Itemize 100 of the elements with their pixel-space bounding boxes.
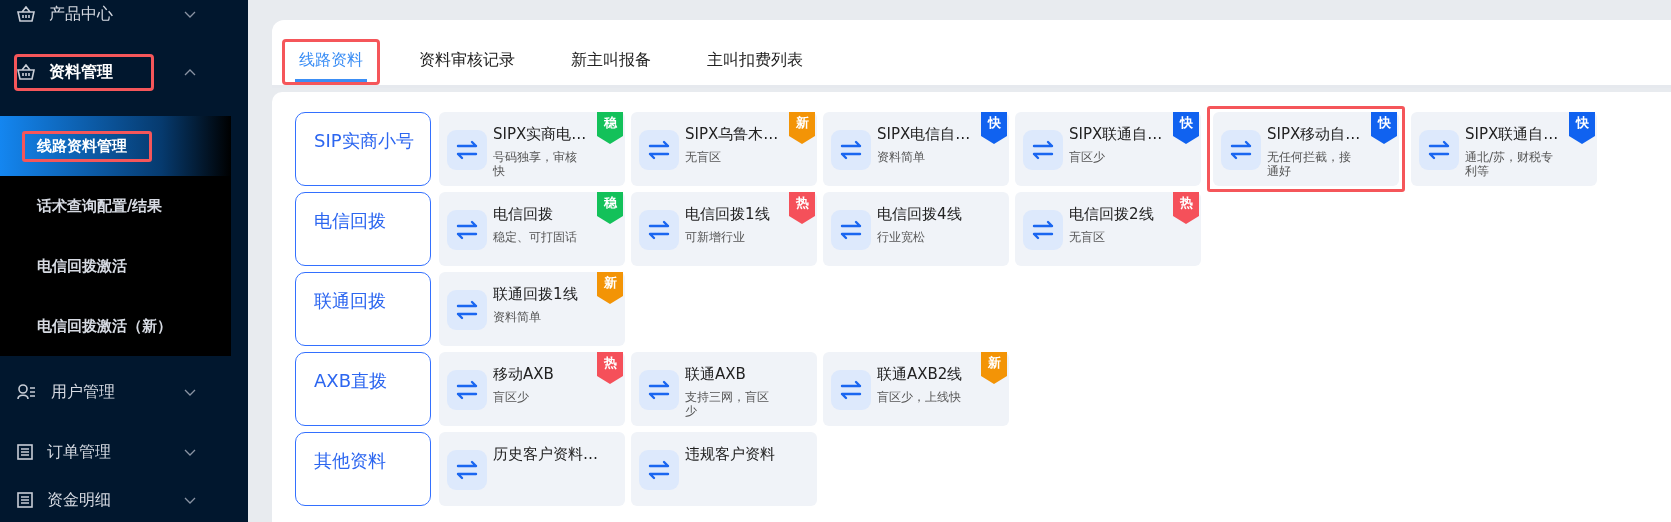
card-description: 行业宽松 [877,230,926,244]
card-title: 移动AXB [493,364,555,384]
category-label[interactable]: SIP实商小号 [295,112,431,186]
swap-arrows-icon [831,370,871,410]
line-card[interactable]: 联通AXB2线 盲区少，上线快 新 [823,352,1009,426]
line-card[interactable]: 电信回拨1线 可新增行业 热 [631,192,817,266]
swap-arrows-icon [447,370,487,410]
card-title: SIPX乌鲁木… [685,124,780,144]
chevron-down-icon[interactable] [184,388,196,396]
card-description: 通北/苏，财税专利等 [1465,150,1555,178]
card-description: 盲区少 [1069,150,1106,164]
category-label[interactable]: 电信回拨 [295,192,431,266]
card-title: SIPX联通自… [1069,124,1164,144]
ribbon-badge: 热 [1173,192,1199,224]
line-card[interactable]: 移动AXB 盲区少 热 [439,352,625,426]
card-description: 号码独享，审核快 [493,150,578,178]
card-description: 支持三网，盲区少 [685,390,770,418]
swap-arrows-icon [447,290,487,330]
swap-arrows-icon [639,210,679,250]
card-description: 可新增行业 [685,230,746,244]
card-description: 资料简单 [877,150,926,164]
ribbon-badge: 快 [1173,112,1199,144]
tab[interactable]: 新主叫报备 [567,46,655,82]
card-description: 盲区少，上线快 [877,390,962,404]
line-card[interactable]: SIPX联通自… 通北/苏，财税专利等 快 [1411,112,1597,186]
chevron-down-icon[interactable] [184,448,196,456]
ribbon-badge: 稳 [597,112,623,144]
card-title: SIPX联通自… [1465,124,1560,144]
category-label[interactable]: 其他资料 [295,432,431,506]
swap-arrows-icon [831,210,871,250]
swap-arrows-icon [1023,130,1063,170]
tab[interactable]: 资料审核记录 [415,46,519,82]
chevron-down-icon[interactable] [184,10,196,18]
line-card[interactable]: 历史客户资料… [439,432,625,506]
category-label[interactable]: AXB直拨 [295,352,431,426]
menu-item[interactable]: 用户管理 [51,381,115,403]
swap-arrows-icon [447,450,487,490]
basket-icon [17,64,35,80]
ribbon-badge: 新 [789,112,815,144]
submenu-item[interactable]: 电信回拨激活（新） [37,316,172,335]
tab[interactable]: 主叫扣费列表 [703,46,807,82]
line-card[interactable]: 联通回拨1线 资料简单 新 [439,272,625,346]
line-card[interactable]: 电信回拨 稳定、可打固话 稳 [439,192,625,266]
card-description: 资料简单 [493,310,542,324]
submenu-item[interactable]: 线路资料管理 [37,136,127,155]
swap-arrows-icon [831,130,871,170]
swap-arrows-icon [1221,130,1261,170]
ribbon-badge: 热 [789,192,815,224]
document-icon [17,492,33,508]
chevron-down-icon[interactable] [184,496,196,504]
ribbon-badge: 热 [597,352,623,384]
ribbon-badge: 快 [981,112,1007,144]
card-description: 无任何拦截，接通好 [1267,150,1352,178]
swap-arrows-icon [447,130,487,170]
menu-item[interactable]: 订单管理 [47,441,111,463]
card-title: 联通AXB2线 [877,364,964,384]
submenu-item[interactable]: 电信回拨激活 [37,256,127,275]
card-description: 盲区少 [493,390,530,404]
card-title: 电信回拨1线 [685,204,771,224]
card-title: 电信回拨4线 [877,204,963,224]
submenu-item[interactable]: 话术查询配置/结果 [37,196,163,215]
swap-arrows-icon [639,450,679,490]
card-title: 违规客户资料 [685,444,776,464]
ribbon-badge: 新 [597,272,623,304]
line-card[interactable]: SIPX实商电… 号码独享，审核快 稳 [439,112,625,186]
card-title: 电信回拨2线 [1069,204,1155,224]
chevron-up-icon[interactable] [184,68,196,76]
card-title: SIPX移动自… [1267,124,1362,144]
line-card[interactable]: 联通AXB 支持三网，盲区少 [631,352,817,426]
card-description: 无盲区 [685,150,722,164]
line-card[interactable]: SIPX电信自… 资料简单 快 [823,112,1009,186]
line-card[interactable]: 电信回拨2线 无盲区 热 [1015,192,1201,266]
ribbon-badge: 稳 [597,192,623,224]
basket-icon [17,6,35,22]
card-title: 联通回拨1线 [493,284,579,304]
swap-arrows-icon [1023,210,1063,250]
menu-item[interactable]: 产品中心 [49,3,113,25]
swap-arrows-icon [447,210,487,250]
card-title: 历史客户资料… [493,444,599,464]
menu-item[interactable]: 资金明细 [47,489,111,511]
ribbon-badge: 快 [1371,112,1397,144]
card-description: 无盲区 [1069,230,1106,244]
card-title: SIPX实商电… [493,124,588,144]
line-card[interactable]: 电信回拨4线 行业宽松 [823,192,1009,266]
card-title: 联通AXB [685,364,747,384]
ribbon-badge: 快 [1569,112,1595,144]
line-card[interactable]: 违规客户资料 [631,432,817,506]
user-list-icon [17,384,37,400]
line-card[interactable]: SIPX乌鲁木… 无盲区 新 [631,112,817,186]
swap-arrows-icon [1419,130,1459,170]
card-description: 稳定、可打固话 [493,230,578,244]
card-title: 电信回拨 [493,204,554,224]
ribbon-badge: 新 [981,352,1007,384]
line-card[interactable]: SIPX移动自… 无任何拦截，接通好 快 [1213,112,1399,186]
category-label[interactable]: 联通回拨 [295,272,431,346]
line-card[interactable]: SIPX联通自… 盲区少 快 [1015,112,1201,186]
document-icon [17,444,33,460]
swap-arrows-icon [639,130,679,170]
menu-item[interactable]: 资料管理 [49,61,113,83]
card-title: SIPX电信自… [877,124,972,144]
